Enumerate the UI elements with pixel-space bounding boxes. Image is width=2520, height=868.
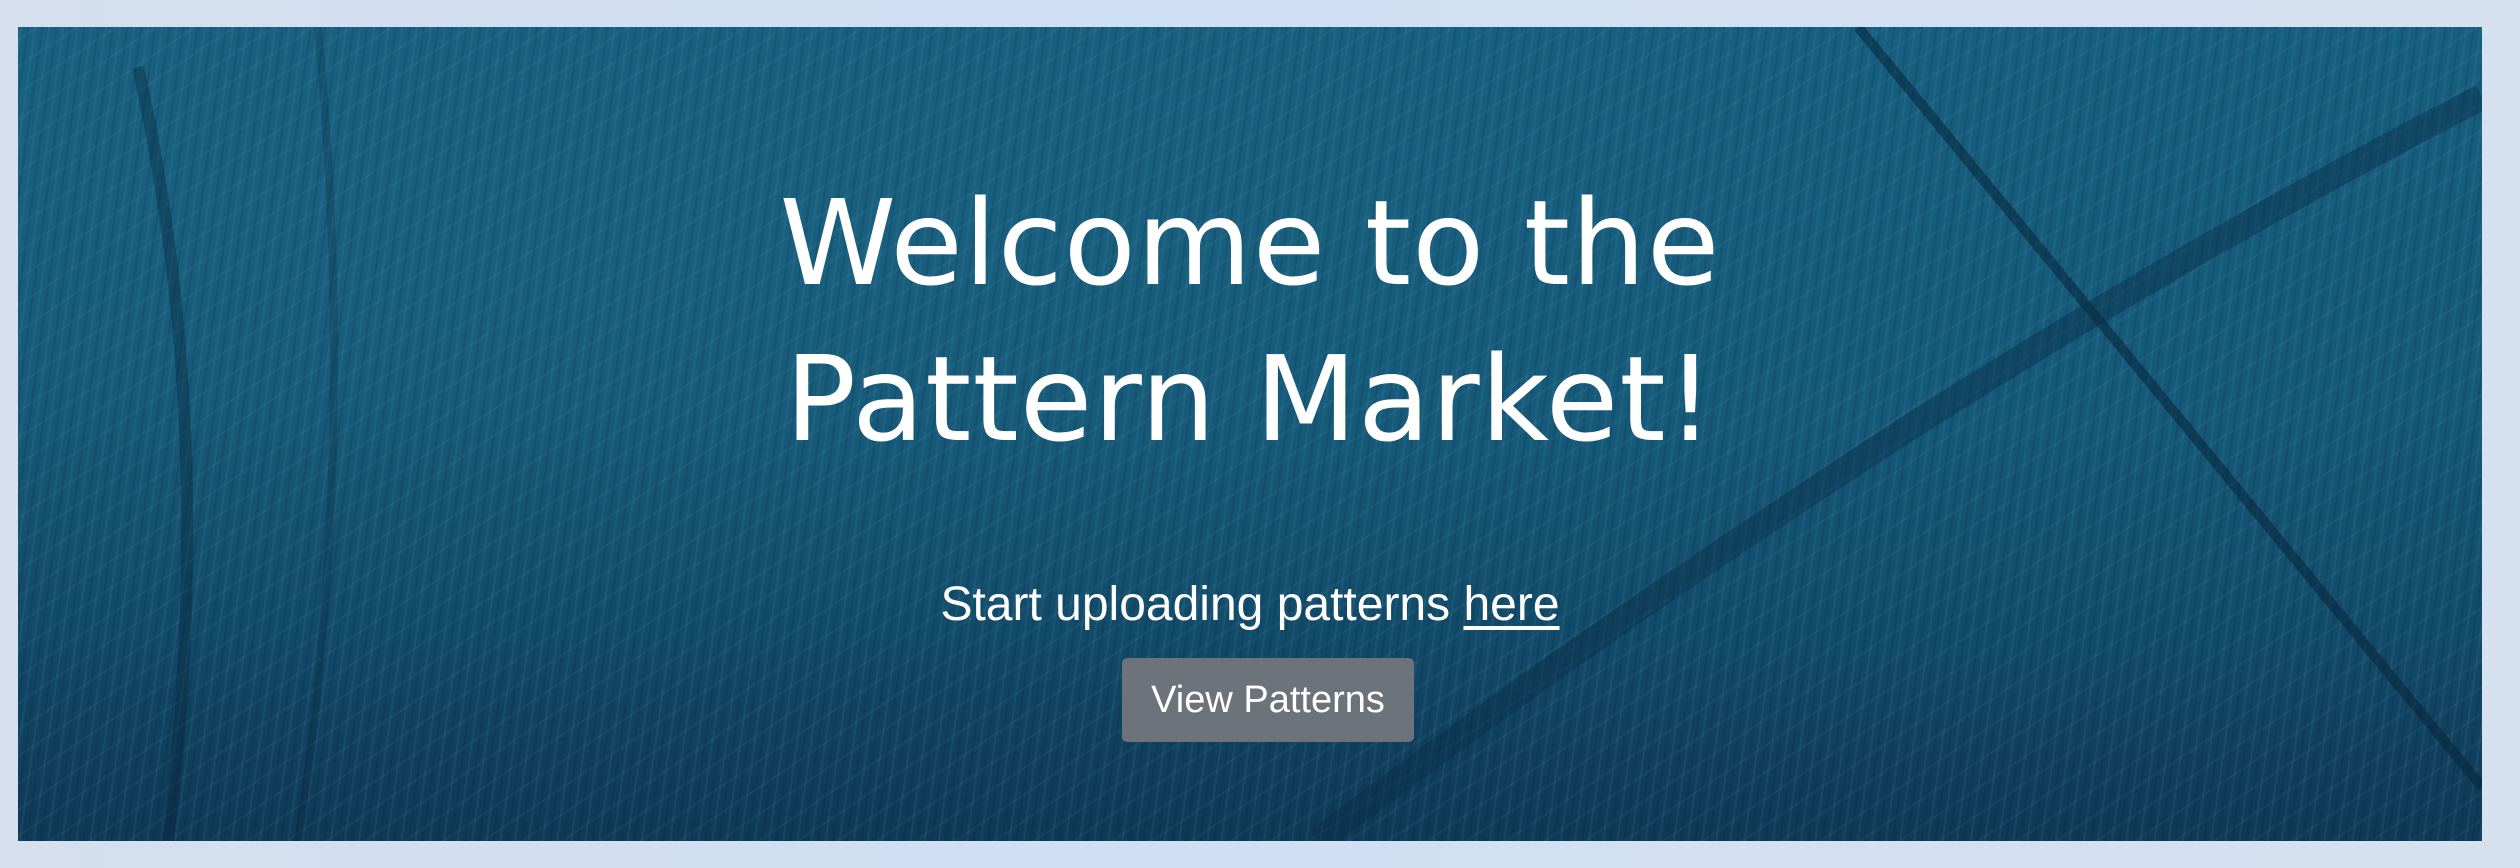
hero-subtitle: Start uploading patterns here: [18, 575, 2482, 635]
view-patterns-button[interactable]: View Patterns: [1122, 658, 1414, 742]
hero-title: Welcome to the Pattern Market!: [779, 174, 1721, 468]
hero-banner: Welcome to the Pattern Market! Start upl…: [18, 27, 2482, 841]
upload-here-link[interactable]: here: [1463, 578, 1559, 631]
hero-content: Welcome to the Pattern Market! Start upl…: [18, 27, 2482, 841]
hero-subtitle-text: Start uploading patterns: [940, 578, 1464, 631]
